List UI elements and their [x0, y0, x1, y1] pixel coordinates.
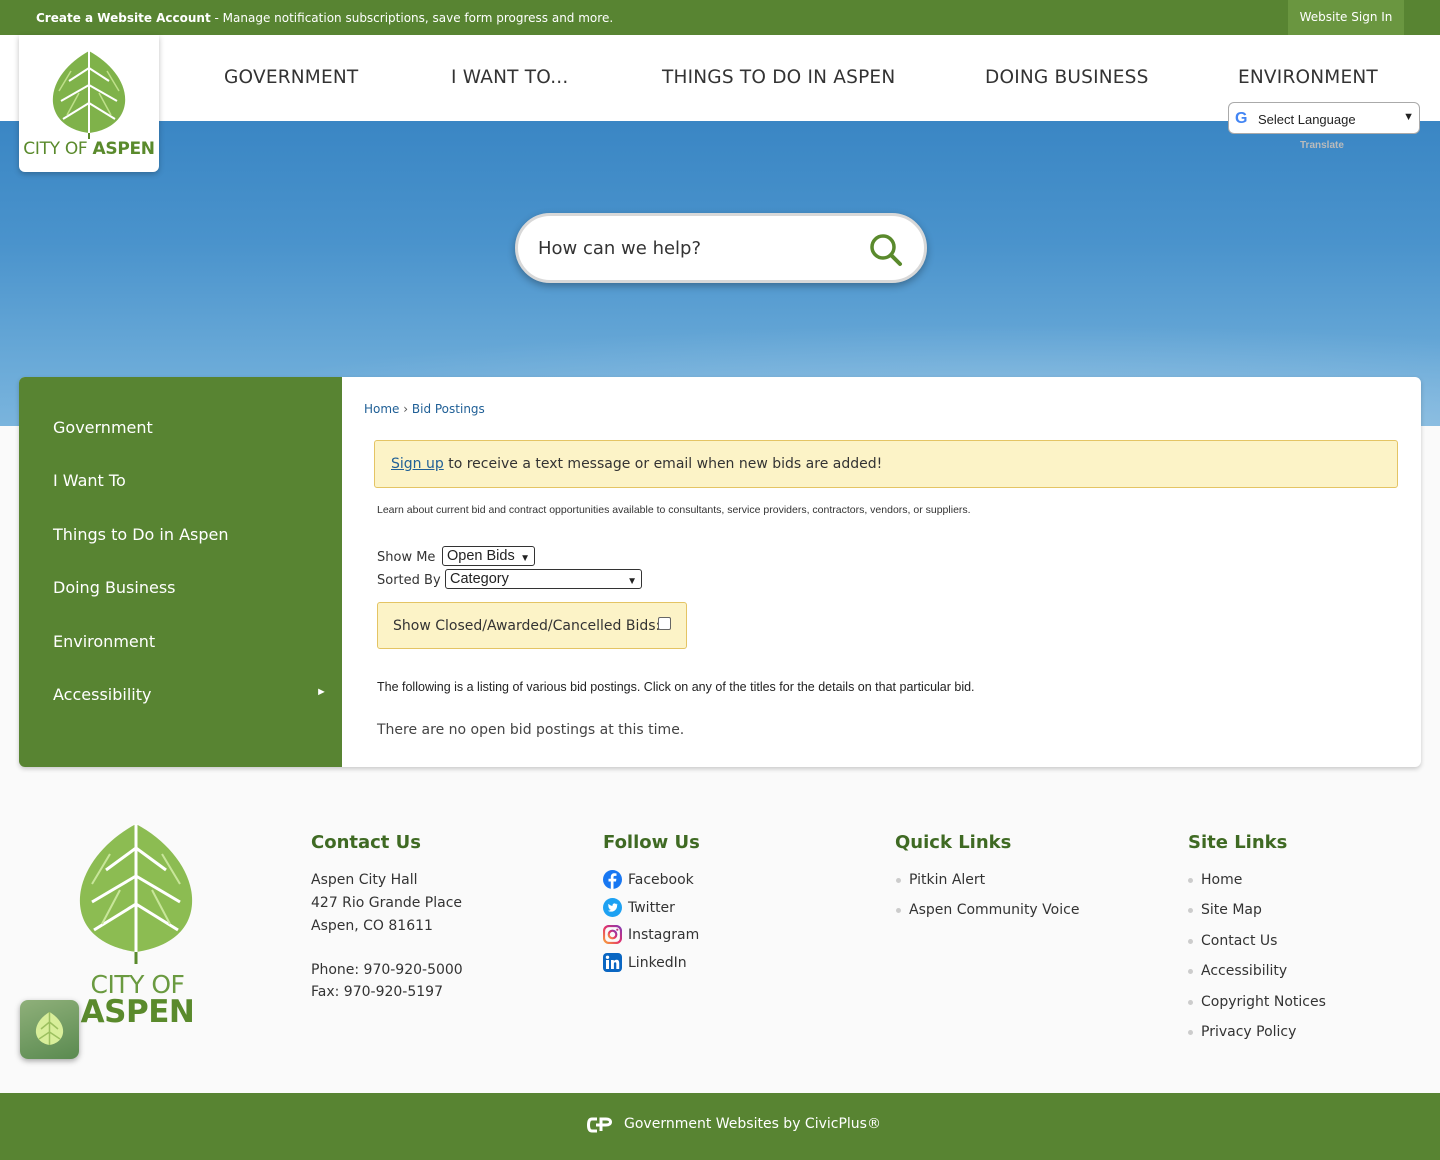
aspen-leaf-icon: [35, 1012, 64, 1045]
listing-description: The following is a listing of various bi…: [377, 680, 975, 694]
main-content: Home › Bid Postings Sign up to receive a…: [342, 377, 1421, 767]
linkedin-link[interactable]: LinkedIn: [628, 955, 687, 971]
footer-logo[interactable]: CITY OF ASPEN: [70, 822, 205, 1032]
contact-us-heading: Contact Us: [311, 832, 422, 853]
sign-up-link[interactable]: Sign up: [391, 456, 444, 472]
quick-links-heading: Quick Links: [895, 832, 1012, 853]
site-links-heading: Site Links: [1188, 832, 1288, 853]
show-me-label: Show Me: [377, 550, 436, 565]
search-input[interactable]: [538, 238, 838, 259]
quick-link-pitkin-alert[interactable]: Pitkin Alert: [909, 872, 985, 888]
footer-logo-line2: ASPEN: [80, 994, 195, 1030]
breadcrumb-separator: ›: [399, 402, 412, 416]
civicplus-icon: [587, 1117, 613, 1133]
language-select-label: Select Language: [1258, 112, 1356, 127]
nav-item-government[interactable]: GOVERNMENT: [224, 67, 358, 88]
sidebar-item-things-to-do[interactable]: Things to Do in Aspen: [53, 525, 229, 544]
expand-arrow-icon[interactable]: ►: [316, 686, 327, 698]
site-link-contact-us[interactable]: Contact Us: [1201, 933, 1277, 949]
contact-line1: Aspen City Hall: [311, 872, 418, 888]
side-navigation: Government I Want To Things to Do in Asp…: [19, 377, 342, 767]
logo-text: CITY OF ASPEN: [23, 139, 155, 159]
site-link-privacy[interactable]: Privacy Policy: [1201, 1024, 1296, 1040]
create-account-link[interactable]: Create a Website Account - Manage notifi…: [36, 11, 613, 25]
search-icon[interactable]: [868, 232, 904, 268]
signup-alert: Sign up to receive a text message or ema…: [374, 440, 1398, 488]
civicplus-link[interactable]: Government Websites by CivicPlus®: [624, 1116, 881, 1132]
sidebar-item-environment[interactable]: Environment: [53, 632, 155, 651]
city-logo[interactable]: CITY OF ASPEN: [19, 35, 159, 172]
show-me-value: Open Bids: [447, 548, 515, 564]
show-me-select[interactable]: Open Bids ▼: [442, 546, 535, 566]
site-link-home[interactable]: Home: [1201, 872, 1242, 888]
bullet-icon: [1188, 878, 1193, 883]
contact-line3: Aspen, CO 81611: [311, 918, 433, 934]
nav-item-i-want-to[interactable]: I WANT TO...: [451, 67, 568, 88]
google-translate-link[interactable]: Translate: [1300, 140, 1344, 151]
chevron-down-icon: ▼: [627, 576, 637, 587]
aspen-leaf-icon: [52, 51, 126, 139]
quick-link-community-voice[interactable]: Aspen Community Voice: [909, 902, 1079, 918]
nav-item-environment[interactable]: ENVIRONMENT: [1238, 67, 1378, 88]
site-link-copyright[interactable]: Copyright Notices: [1201, 994, 1326, 1010]
instagram-icon[interactable]: [603, 925, 622, 944]
site-link-site-map[interactable]: Site Map: [1201, 902, 1262, 918]
instagram-link[interactable]: Instagram: [628, 927, 699, 943]
sorted-by-value: Category: [450, 571, 509, 587]
search-box: [515, 213, 927, 283]
bullet-icon: [1188, 1030, 1193, 1035]
alert-text: to receive a text message or email when …: [443, 456, 883, 472]
bullet-icon: [896, 908, 901, 913]
no-bids-message: There are no open bid postings at this t…: [377, 722, 685, 738]
top-bar: Create a Website Account - Manage notifi…: [0, 0, 1440, 35]
website-sign-in-button[interactable]: Website Sign In: [1288, 0, 1404, 35]
chevron-down-icon: ▼: [1403, 111, 1414, 123]
twitter-icon[interactable]: [603, 898, 622, 917]
language-select[interactable]: G Select Language ▼: [1228, 102, 1420, 134]
nav-item-doing-business[interactable]: DOING BUSINESS: [985, 67, 1149, 88]
google-icon: G: [1235, 110, 1248, 127]
chat-widget-button[interactable]: [20, 1000, 79, 1059]
content-card: Government I Want To Things to Do in Asp…: [19, 377, 1421, 767]
site-link-accessibility[interactable]: Accessibility: [1201, 963, 1287, 979]
sidebar-item-i-want-to[interactable]: I Want To: [53, 471, 126, 490]
facebook-link[interactable]: Facebook: [628, 872, 694, 888]
bottom-bar: Government Websites by CivicPlus®: [0, 1093, 1440, 1160]
sorted-by-label: Sorted By: [377, 573, 441, 588]
bullet-icon: [1188, 908, 1193, 913]
follow-us-heading: Follow Us: [603, 832, 700, 853]
bullet-icon: [1188, 1000, 1193, 1005]
contact-line2: 427 Rio Grande Place: [311, 895, 463, 911]
contact-phone[interactable]: Phone: 970-920-5000: [311, 962, 463, 978]
bullet-icon: [896, 878, 901, 883]
breadcrumb-home-link[interactable]: Home: [364, 402, 399, 416]
sidebar-item-accessibility[interactable]: Accessibility: [53, 685, 151, 704]
sorted-by-select[interactable]: Category ▼: [445, 569, 642, 589]
show-closed-box: Show Closed/Awarded/Cancelled Bids:: [377, 602, 687, 649]
aspen-leaf-icon: [79, 824, 193, 964]
header: GOVERNMENT I WANT TO... THINGS TO DO IN …: [0, 35, 1440, 121]
sidebar-item-doing-business[interactable]: Doing Business: [53, 578, 176, 597]
chevron-down-icon: ▼: [520, 553, 530, 564]
facebook-icon[interactable]: [603, 870, 622, 889]
sidebar-item-government[interactable]: Government: [53, 418, 153, 437]
show-closed-label: Show Closed/Awarded/Cancelled Bids:: [393, 618, 661, 634]
breadcrumb: Home › Bid Postings: [364, 402, 485, 416]
nav-item-things-to-do[interactable]: THINGS TO DO IN ASPEN: [662, 67, 895, 88]
breadcrumb-current[interactable]: Bid Postings: [412, 402, 485, 416]
bullet-icon: [1188, 969, 1193, 974]
show-closed-checkbox[interactable]: [658, 617, 671, 630]
bullet-icon: [1188, 939, 1193, 944]
twitter-link[interactable]: Twitter: [628, 900, 675, 916]
contact-fax: Fax: 970-920-5197: [311, 984, 443, 1000]
linkedin-icon[interactable]: [603, 953, 622, 972]
intro-text: Learn about current bid and contract opp…: [377, 504, 971, 516]
